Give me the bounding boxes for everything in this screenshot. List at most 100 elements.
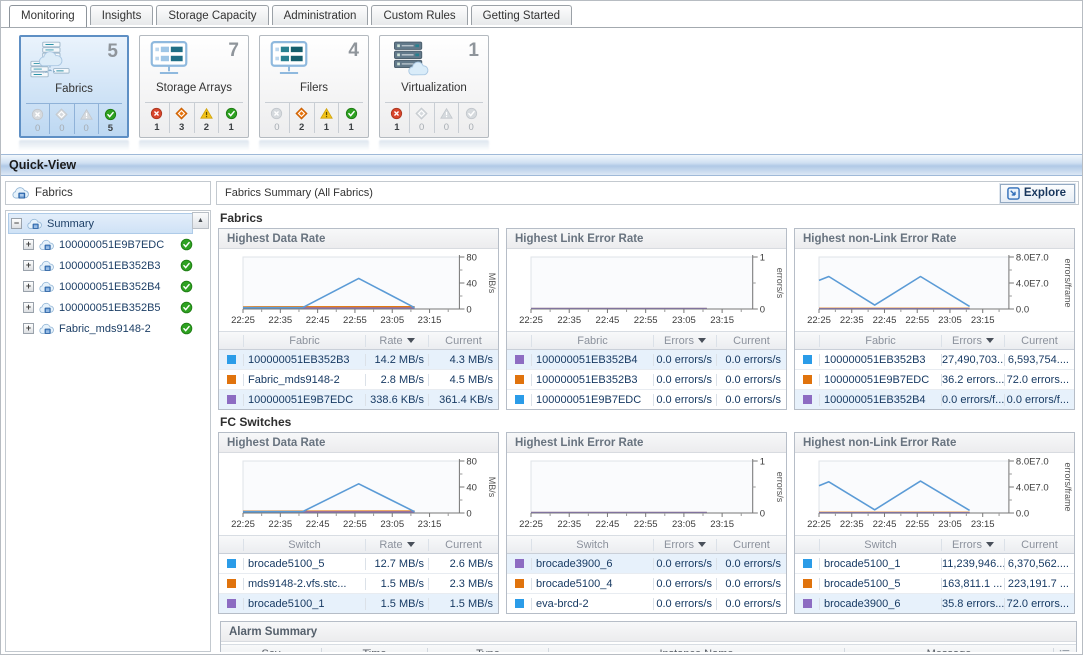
entity-column-header[interactable]: Fabric [531, 335, 653, 347]
table-row-100000051eb352b3[interactable]: 100000051EB352B327,490,703...6,593,754..… [795, 350, 1074, 370]
expand-box[interactable]: + [23, 302, 34, 313]
alarm-customizer-icon[interactable] [1053, 648, 1076, 652]
tree-item-100000051eb352b5[interactable]: +100000051EB352B5 [8, 297, 193, 318]
tree-item-100000051eb352b4[interactable]: +100000051EB352B4 [8, 276, 193, 297]
alarm-cell-warning[interactable]: 0 [434, 103, 459, 133]
tab-custom-rules[interactable]: Custom Rules [371, 5, 467, 25]
tree-item-100000051eb352b3[interactable]: +100000051EB352B3 [8, 255, 193, 276]
current-column-header[interactable]: Current [428, 335, 498, 347]
entity-column-header[interactable]: Switch [819, 539, 941, 551]
tile-reflection [19, 140, 129, 153]
expand-box[interactable]: + [23, 260, 34, 271]
table-row-mds9148-2-vfs-stc[interactable]: mds9148-2.vfs.stc...1.5 MB/s2.3 MB/s [219, 574, 498, 594]
tab-monitoring[interactable]: Monitoring [9, 5, 87, 27]
tile-fabrics[interactable]: 5Fabrics0005 [19, 35, 129, 138]
tree-scroll-up[interactable]: ▲ [192, 212, 209, 229]
value-column-header[interactable]: Errors [653, 539, 716, 551]
tile-virtualization[interactable]: 1Virtualization1000 [379, 35, 489, 138]
current-column-header[interactable]: Current [1004, 539, 1074, 551]
alarm-cell-warning[interactable]: 1 [314, 103, 339, 133]
value-column-header[interactable]: Rate [365, 335, 428, 347]
tile-name-virtualization: Virtualization [380, 82, 488, 99]
table-row-fabric-mds9148-2[interactable]: Fabric_mds9148-22.8 MB/s4.5 MB/s [219, 370, 498, 390]
entity-column-header[interactable]: Fabric [819, 335, 941, 347]
line-chart[interactable]: 22:2522:3522:4522:5523:0523:150.04.0E7.0… [795, 249, 1074, 331]
svg-text:0.0: 0.0 [1016, 509, 1029, 520]
table-row-100000051e9b7edc[interactable]: 100000051E9B7EDC0.0 errors/s0.0 errors/s [507, 390, 786, 409]
tree-item-summary[interactable]: −Summary [8, 213, 193, 234]
table-row-brocade5100-4[interactable]: brocade5100_40.0 errors/s0.0 errors/s [507, 574, 786, 594]
table-row-100000051eb352b4[interactable]: 100000051EB352B40.0 errors/s0.0 errors/s [507, 350, 786, 370]
value-column-header[interactable]: Errors [941, 539, 1004, 551]
table-row-brocade5100-5[interactable]: brocade5100_512.7 MB/s2.6 MB/s [219, 554, 498, 574]
alarm-cell-critical[interactable]: 0 [49, 104, 73, 134]
tab-storage-capacity[interactable]: Storage Capacity [156, 5, 268, 25]
value-column-header[interactable]: Rate [365, 539, 428, 551]
entity-name-cell: 100000051EB352B3 [531, 374, 653, 386]
alarm-col-type[interactable]: Type [427, 648, 548, 652]
tile-storage-arrays[interactable]: 7Storage Arrays1321 [139, 35, 249, 138]
alarm-cell-fatal[interactable]: 0 [265, 103, 289, 133]
tab-administration[interactable]: Administration [272, 5, 369, 25]
value-cell: 12.7 MB/s [365, 558, 428, 570]
tree-item-fabric-mds9148-2[interactable]: +Fabric_mds9148-2 [8, 318, 193, 339]
line-chart[interactable]: 22:2522:3522:4522:5523:0523:150.04.0E7.0… [795, 453, 1074, 535]
alarm-cell-normal[interactable]: 5 [98, 104, 122, 134]
tile-filers[interactable]: 4Filers0211 [259, 35, 369, 138]
table-row-100000051eb352b4[interactable]: 100000051EB352B40.0 errors/f...0.0 error… [795, 390, 1074, 409]
expand-box[interactable]: + [23, 239, 34, 250]
alarm-col-message[interactable]: Message [844, 648, 1053, 652]
entity-column-header[interactable]: Switch [243, 539, 365, 551]
alarm-cell-normal[interactable]: 1 [218, 103, 243, 133]
alarm-count-warning: 0 [83, 123, 88, 134]
current-column-header[interactable]: Current [716, 335, 786, 347]
alarm-col-sev[interactable]: Sev [221, 648, 321, 652]
panel-fabrics-highest-data-rate: Highest Data Rate22:2522:3522:4522:5523:… [218, 228, 499, 410]
current-column-header[interactable]: Current [428, 539, 498, 551]
tab-getting-started[interactable]: Getting Started [471, 5, 572, 25]
value-column-header[interactable]: Errors [653, 335, 716, 347]
tree-item-100000051e9b7edc[interactable]: +100000051E9B7EDC [8, 234, 193, 255]
line-chart[interactable]: 22:2522:3522:4522:5523:0523:1504080MB/s [219, 249, 498, 331]
expand-box[interactable]: + [23, 323, 34, 334]
svg-text:23:15: 23:15 [418, 519, 442, 530]
tab-bar: MonitoringInsightsStorage CapacityAdmini… [1, 1, 1082, 28]
alarm-cell-warning[interactable]: 2 [194, 103, 219, 133]
alarm-col-time[interactable]: Time [321, 648, 427, 652]
alarm-cell-normal[interactable]: 0 [458, 103, 483, 133]
line-chart[interactable]: 22:2522:3522:4522:5523:0523:1501errors/s [507, 249, 786, 331]
alarm-cell-fatal[interactable]: 1 [385, 103, 409, 133]
collapse-box[interactable]: − [11, 218, 22, 229]
table-row-100000051eb352b3[interactable]: 100000051EB352B30.0 errors/s0.0 errors/s [507, 370, 786, 390]
alarm-cell-normal[interactable]: 1 [338, 103, 363, 133]
alarm-cell-critical[interactable]: 3 [169, 103, 194, 133]
alarm-cell-warning[interactable]: 0 [74, 104, 98, 134]
table-row-100000051e9b7edc[interactable]: 100000051E9B7EDC338.6 KB/s361.4 KB/s [219, 390, 498, 409]
alarm-cell-fatal[interactable]: 1 [145, 103, 169, 133]
entity-column-header[interactable]: Fabric [243, 335, 365, 347]
alarm-col-instance-name[interactable]: Instance Name [548, 648, 844, 652]
alarm-count-fatal: 1 [154, 122, 159, 133]
table-row-brocade5100-5[interactable]: brocade5100_5163,811.1 ...223,191.7 ... [795, 574, 1074, 594]
virtualization-icon [389, 40, 429, 77]
table-row-brocade3900-6[interactable]: brocade3900_635.8 errors...72.0 errors..… [795, 594, 1074, 613]
tab-insights[interactable]: Insights [90, 5, 154, 25]
entity-column-header[interactable]: Switch [531, 539, 653, 551]
alarm-cell-critical[interactable]: 0 [409, 103, 434, 133]
table-row-100000051eb352b3[interactable]: 100000051EB352B314.2 MB/s4.3 MB/s [219, 350, 498, 370]
table-row-brocade3900-6[interactable]: brocade3900_60.0 errors/s0.0 errors/s [507, 554, 786, 574]
svg-text:8.0E7.0: 8.0E7.0 [1016, 457, 1049, 468]
alarm-cell-critical[interactable]: 2 [289, 103, 314, 133]
expand-box[interactable]: + [23, 281, 34, 292]
alarm-cell-fatal[interactable]: 0 [26, 104, 49, 134]
table-row-100000051e9b7edc[interactable]: 100000051E9B7EDC36.2 errors...72.0 error… [795, 370, 1074, 390]
table-row-brocade5100-1[interactable]: brocade5100_11.5 MB/s1.5 MB/s [219, 594, 498, 613]
current-column-header[interactable]: Current [716, 539, 786, 551]
line-chart[interactable]: 22:2522:3522:4522:5523:0523:1501errors/s [507, 453, 786, 535]
value-column-header[interactable]: Errors [941, 335, 1004, 347]
current-column-header[interactable]: Current [1004, 335, 1074, 347]
line-chart[interactable]: 22:2522:3522:4522:5523:0523:1504080MB/s [219, 453, 498, 535]
table-row-eva-brcd-2[interactable]: eva-brcd-20.0 errors/s0.0 errors/s [507, 594, 786, 613]
explore-button[interactable]: Explore [1000, 184, 1075, 203]
table-row-brocade5100-1[interactable]: brocade5100_111,239,946...6,370,562.... [795, 554, 1074, 574]
